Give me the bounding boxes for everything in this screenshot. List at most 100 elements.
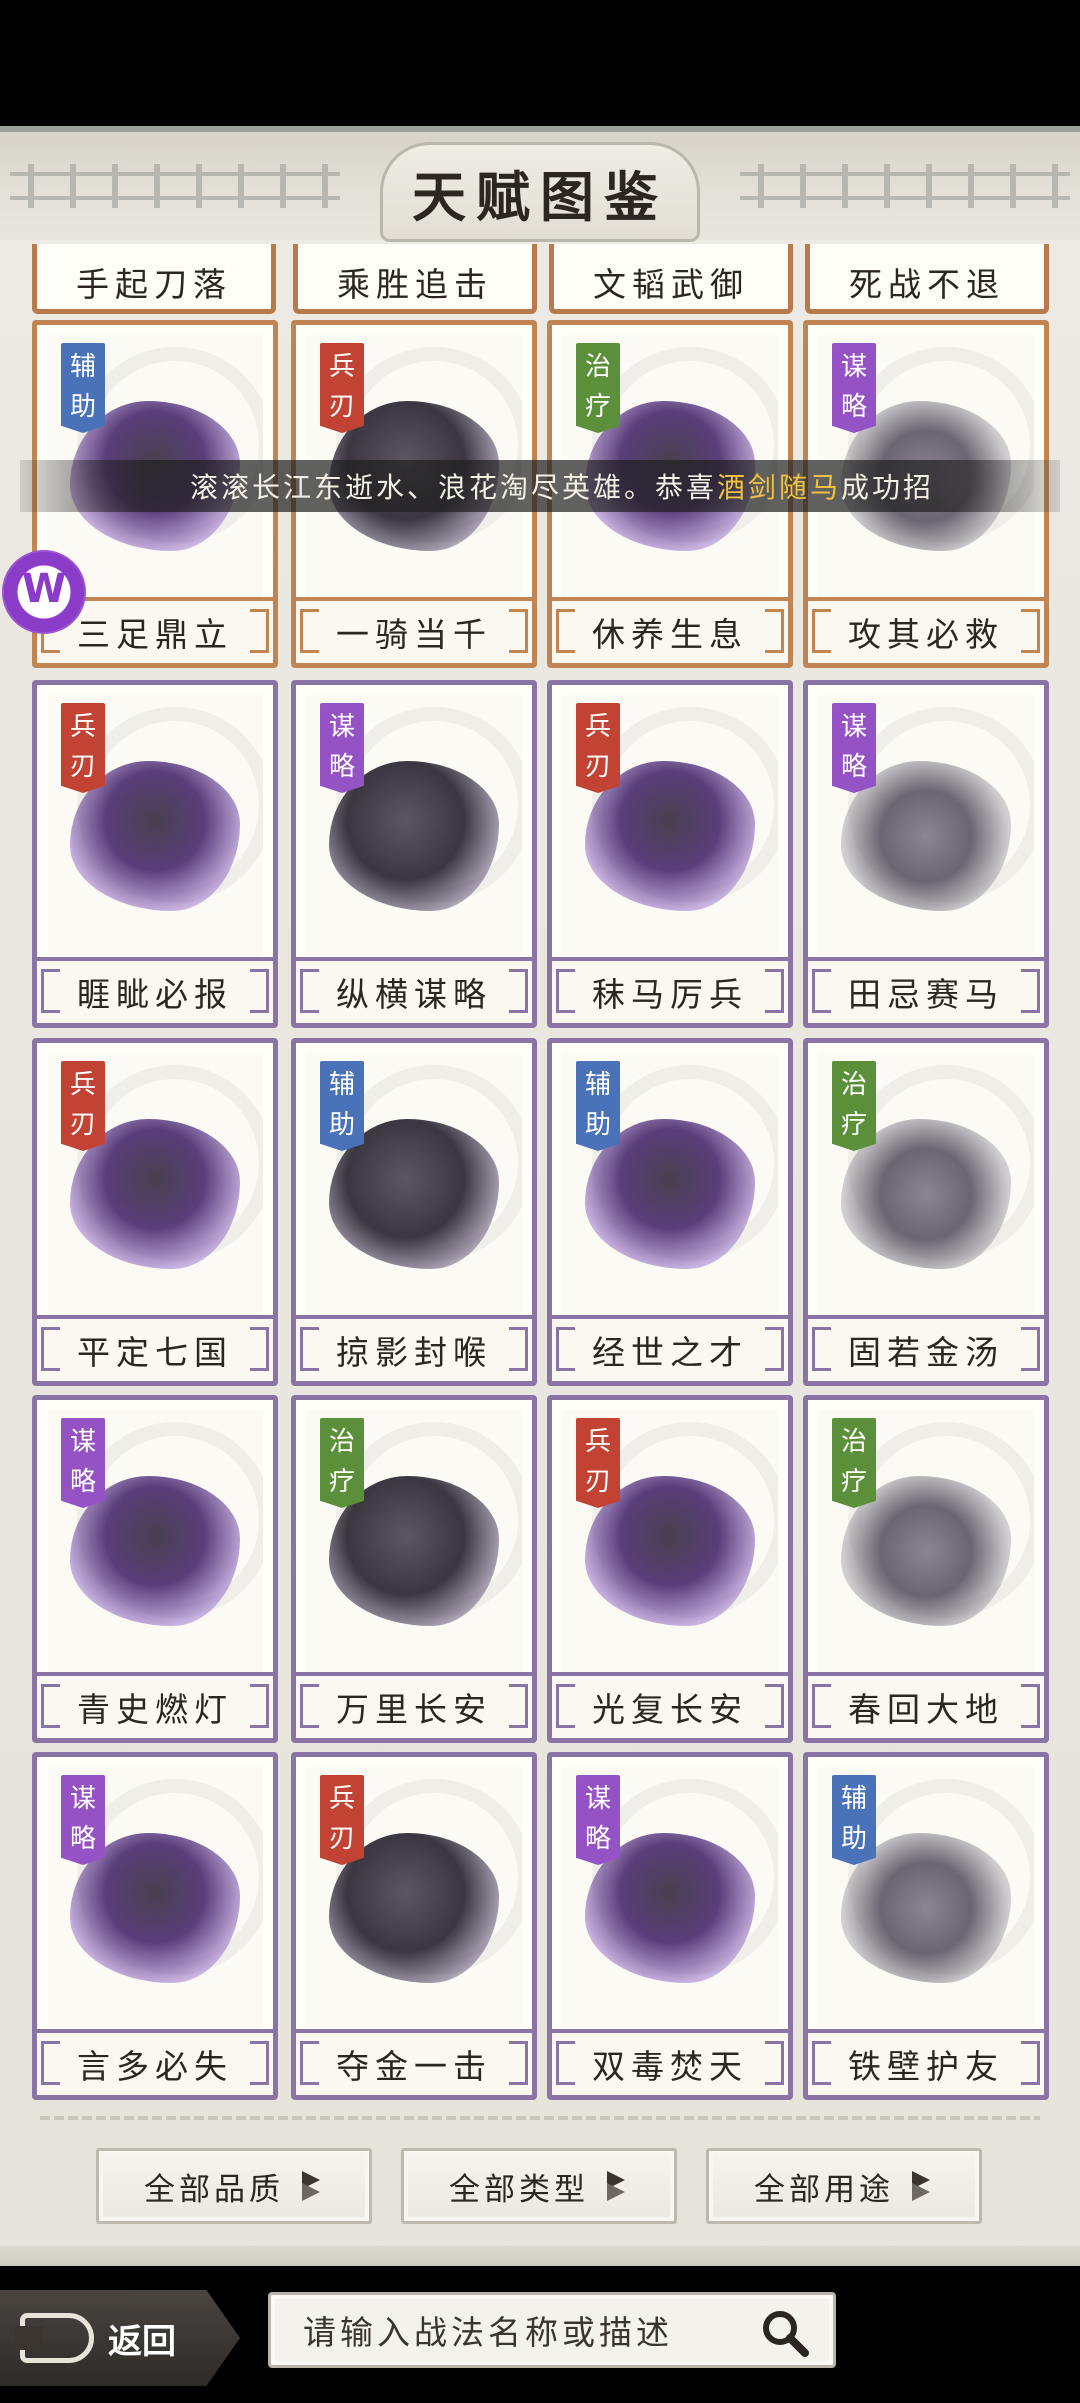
talent-card-partial[interactable]: 文韬武御 [549, 244, 793, 314]
card-artwork: 谋略 [47, 1410, 263, 1672]
type-tag: 辅助 [576, 1061, 620, 1151]
talent-card-partial[interactable]: 死战不退 [805, 244, 1049, 314]
type-tag: 治疗 [320, 1418, 364, 1508]
talent-card[interactable]: 治疗春回大地 [803, 1395, 1049, 1743]
broadcast-ticker: 滚滚长江东逝水、浪花淘尽英雄。恭喜 酒剑随马 成功招 [20, 460, 1060, 512]
card-name-bar: 秣马厉兵 [552, 957, 788, 1023]
back-button[interactable]: 返回 [0, 2290, 240, 2386]
talent-card[interactable]: 谋略双毒焚天 [547, 1752, 793, 2100]
type-tag: 辅助 [61, 343, 105, 433]
card-artwork: 兵刃 [562, 695, 778, 957]
card-name: 纵横谋略 [336, 975, 492, 1014]
talent-card[interactable]: 治疗万里长安 [291, 1395, 537, 1743]
card-name: 言多必失 [77, 2047, 233, 2086]
card-name: 秣马厉兵 [592, 975, 748, 1014]
search-box [268, 2292, 836, 2368]
talent-card[interactable]: 谋略纵横谋略 [291, 680, 537, 1028]
card-name: 平定七国 [77, 1333, 233, 1372]
card-name-bar: 固若金汤 [808, 1315, 1044, 1381]
card-name-bar: 掠影封喉 [296, 1315, 532, 1381]
type-tag: 兵刃 [320, 1775, 364, 1865]
card-artwork: 兵刃 [47, 695, 263, 957]
card-name: 一骑当千 [336, 615, 492, 654]
talent-card[interactable]: 兵刃夺金一击 [291, 1752, 537, 2100]
card-name: 双毒焚天 [592, 2047, 748, 2086]
card-name: 夺金一击 [336, 2047, 492, 2086]
card-artwork: 兵刃 [562, 1410, 778, 1672]
divider [40, 2116, 1040, 2120]
talent-card[interactable]: 治疗固若金汤 [803, 1038, 1049, 1386]
card-artwork: 谋略 [562, 1767, 778, 2029]
type-tag: 辅助 [320, 1061, 364, 1151]
filter-usage-button[interactable]: 全部用途 [706, 2148, 982, 2224]
card-name: 三足鼎立 [77, 615, 233, 654]
filter-quality-button[interactable]: 全部品质 [96, 2148, 372, 2224]
card-name-bar: 铁壁护友 [808, 2029, 1044, 2095]
card-name-bar: 休养生息 [552, 597, 788, 663]
talent-card[interactable]: 兵刃平定七国 [32, 1038, 278, 1386]
card-artwork: 兵刃 [306, 1767, 522, 2029]
talent-card[interactable]: 谋略 青史燃灯 [32, 1395, 278, 1743]
card-name-bar: 睚眦必报 [37, 957, 273, 1023]
card-name-bar: 田忌赛马 [808, 957, 1044, 1023]
card-name-bar: 言多必失 [37, 2029, 273, 2095]
type-tag: 治疗 [576, 343, 620, 433]
card-name-bar: 经世之才 [552, 1315, 788, 1381]
title-plaque: 天赋图鉴 [380, 142, 700, 242]
ticker-player-name: 酒剑随马 [717, 471, 842, 504]
card-name: 光复长安 [592, 1690, 748, 1729]
back-label: 返回 [108, 2321, 176, 2362]
type-tag: 谋略 [320, 703, 364, 793]
card-name: 经世之才 [592, 1333, 748, 1372]
talent-card[interactable]: 辅助经世之才 [547, 1038, 793, 1386]
card-artwork: 治疗 [818, 1053, 1034, 1315]
panel-bottom-edge [0, 2246, 1080, 2266]
type-tag: 治疗 [832, 1061, 876, 1151]
talent-card[interactable]: 辅助掠影封喉 [291, 1038, 537, 1386]
card-name: 死战不退 [849, 265, 1005, 304]
talent-card[interactable]: 谋略 田忌赛马 [803, 680, 1049, 1028]
talent-card-partial[interactable]: 手起刀落 [32, 244, 276, 314]
filter-label: 全部用途 [754, 2171, 894, 2208]
card-name: 乘胜追击 [337, 265, 493, 304]
card-artwork: 治疗 [818, 1410, 1034, 1672]
filter-type-button[interactable]: 全部类型 [401, 2148, 677, 2224]
search-icon[interactable] [759, 2307, 811, 2359]
ticker-suffix: 成功招 [841, 471, 935, 504]
filter-label: 全部品质 [144, 2171, 284, 2208]
type-tag: 兵刃 [576, 703, 620, 793]
card-artwork: 辅助 [306, 1053, 522, 1315]
card-name-bar: 双毒焚天 [552, 2029, 788, 2095]
card-name-bar: 平定七国 [37, 1315, 273, 1381]
search-input[interactable] [301, 2307, 725, 2357]
card-name-bar: 攻其必救 [808, 597, 1044, 663]
fret-ornament-right [740, 164, 1070, 208]
talent-card[interactable]: 兵刃 光复长安 [547, 1395, 793, 1743]
card-name: 固若金汤 [848, 1333, 1004, 1372]
type-tag: 治疗 [832, 1418, 876, 1508]
card-name: 掠影封喉 [336, 1333, 492, 1372]
card-name-bar: 青史燃灯 [37, 1672, 273, 1738]
double-arrow-icon [607, 2171, 629, 2201]
card-name-bar: 万里长安 [296, 1672, 532, 1738]
card-artwork: 治疗 [306, 1410, 522, 1672]
talent-card-partial[interactable]: 乘胜追击 [293, 244, 537, 314]
back-arrow-icon [15, 2313, 94, 2363]
double-arrow-icon [302, 2171, 324, 2201]
card-name-bar: 夺金一击 [296, 2029, 532, 2095]
fret-ornament-left [10, 164, 340, 208]
type-tag: 谋略 [576, 1775, 620, 1865]
card-name: 文韬武御 [593, 265, 749, 304]
floating-logo-icon[interactable]: W [2, 550, 86, 634]
type-tag: 兵刃 [61, 1061, 105, 1151]
card-name-bar: 春回大地 [808, 1672, 1044, 1738]
talent-card[interactable]: 兵刃秣马厉兵 [547, 680, 793, 1028]
talent-card[interactable]: 谋略 言多必失 [32, 1752, 278, 2100]
card-artwork: 谋略 [818, 695, 1034, 957]
header: 天赋图鉴 [0, 126, 1080, 242]
card-name-bar: 纵横谋略 [296, 957, 532, 1023]
card-name: 睚眦必报 [77, 975, 233, 1014]
talent-grid[interactable]: 手起刀落 乘胜追击 文韬武御 死战不退 辅助 三足鼎立 兵刃 一骑当千 治疗 休养生息 谋略… [0, 240, 1080, 2120]
talent-card[interactable]: 辅助 铁壁护友 [803, 1752, 1049, 2100]
talent-card[interactable]: 兵刃 睚眦必报 [32, 680, 278, 1028]
